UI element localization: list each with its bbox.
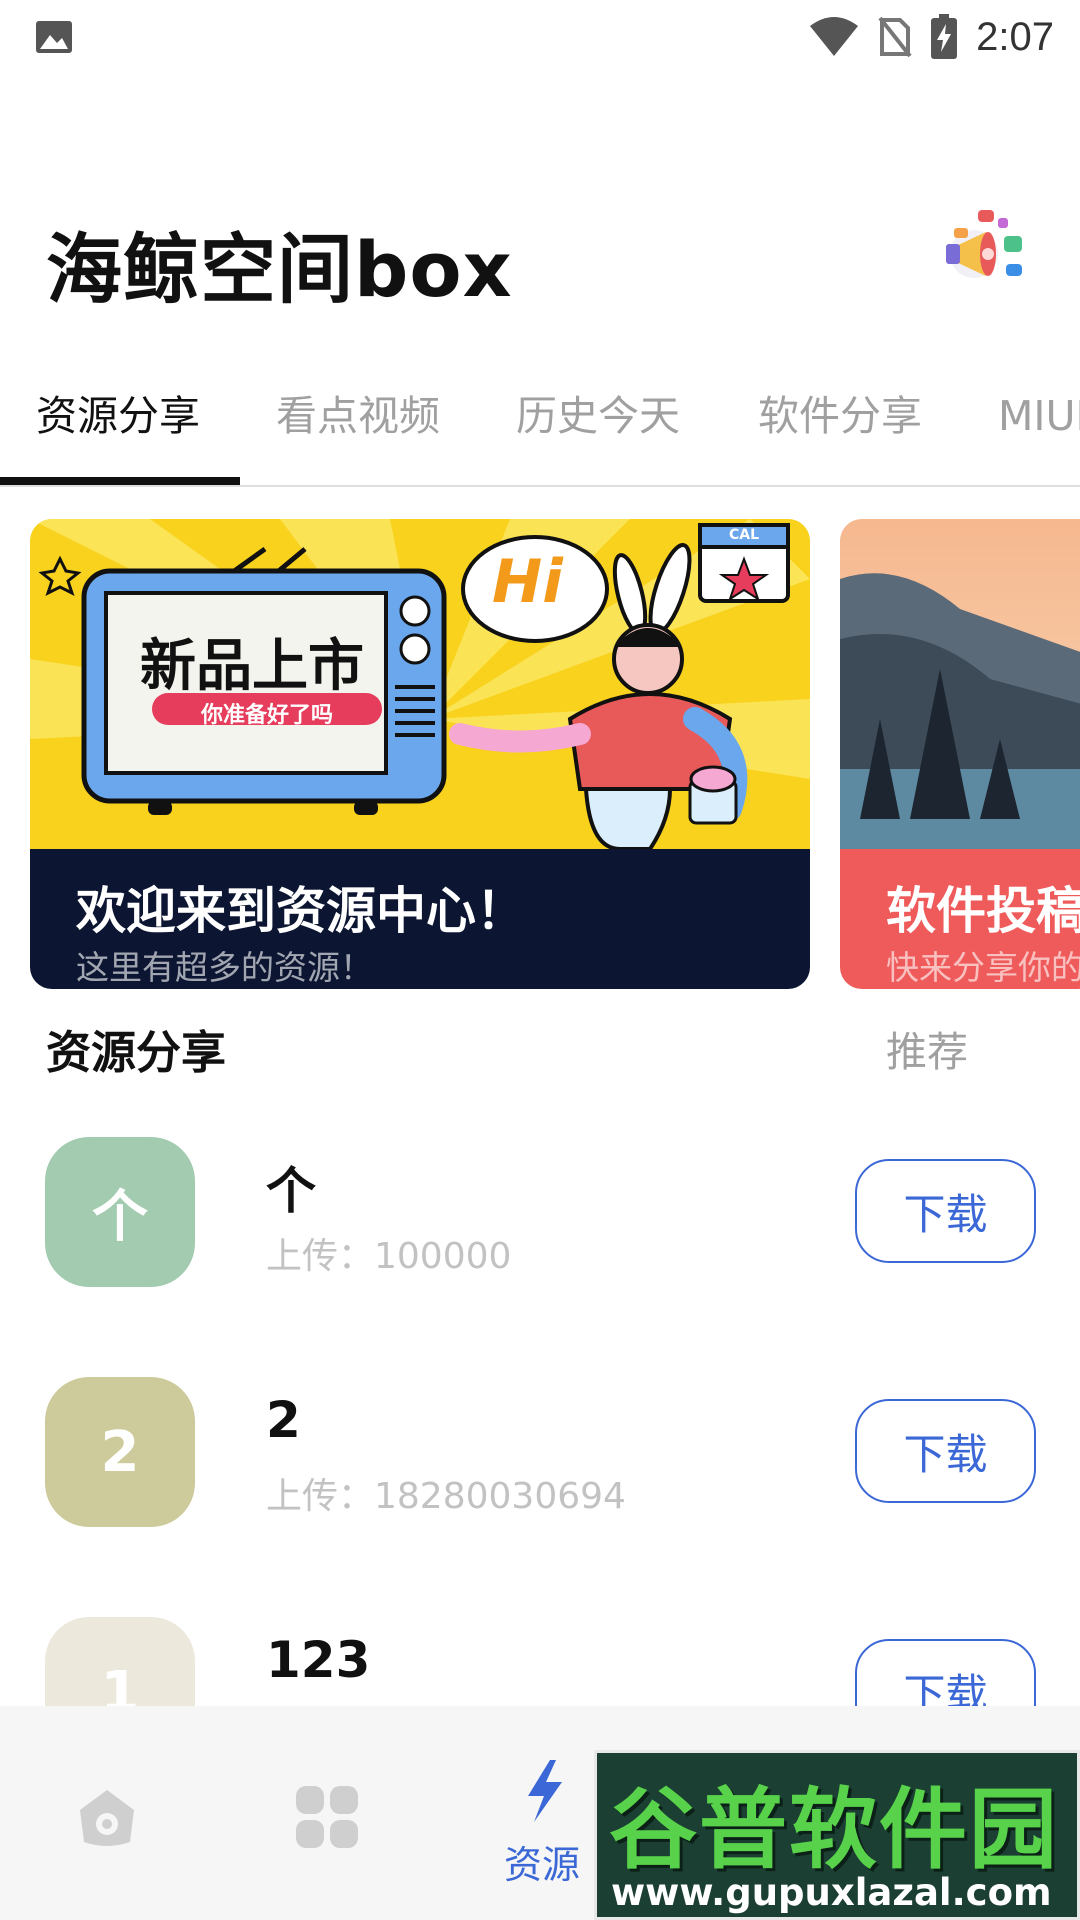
item-avatar: 1 (45, 1617, 195, 1706)
download-button[interactable]: 下载 (855, 1159, 1036, 1263)
battery-charging-icon (931, 14, 958, 59)
watermark-title: 谷普软件园 (609, 1778, 1060, 1881)
item-avatar: 个 (45, 1137, 195, 1287)
location-pin-icon (80, 1790, 134, 1846)
no-sim-icon (878, 16, 912, 58)
grid-icon (296, 1786, 358, 1848)
item-uploader: 上传：100000 (266, 1236, 512, 1277)
banner-caption: 软件投稿 快来分享你的 (840, 849, 1080, 989)
banner-art-title: 新品上市 (140, 634, 364, 699)
banner-art-hi: Hi (492, 547, 563, 617)
status-bar: 2:07 (0, 0, 1080, 74)
active-tab-indicator (0, 477, 240, 485)
banner-art-subtitle: 你准备好了吗 (200, 703, 333, 728)
item-name: 2 (266, 1391, 301, 1449)
wifi-icon (810, 17, 859, 56)
tab-software-share[interactable]: 软件分享 (758, 385, 922, 485)
banner-software-submit[interactable]: 软件投稿 快来分享你的 (840, 519, 1080, 989)
list-item[interactable]: 2 2 上传：18280030694 下载 (0, 1377, 1080, 1577)
item-name: 个 (266, 1162, 316, 1220)
banner-subtitle: 这里有超多的资源！ (76, 948, 373, 987)
list-item[interactable]: 个 个 上传：100000 下载 (0, 1137, 1080, 1337)
nav-resources[interactable]: 资源 (500, 1706, 600, 1920)
nav-resources-label: 资源 (504, 1843, 581, 1887)
banner-title: 软件投稿 (886, 882, 1080, 940)
nav-home[interactable] (60, 1706, 160, 1920)
nav-apps[interactable] (290, 1706, 390, 1920)
tab-history-today[interactable]: 历史今天 (516, 385, 680, 485)
tab-resource-share[interactable]: 资源分享 (36, 385, 200, 485)
banner-caption: 欢迎来到资源中心！ 这里有超多的资源！ (30, 849, 810, 989)
watermark-url: www.gupuxlazal.com (611, 1871, 1052, 1914)
category-tabs: 资源分享 看点视频 历史今天 软件分享 MIUI (0, 385, 1080, 487)
lake-forest-illustration (840, 519, 1080, 849)
site-watermark: 谷普软件园 www.gupuxlazal.com (594, 1750, 1080, 1920)
download-button[interactable]: 下载 (855, 1639, 1036, 1706)
banner-resource-center[interactable]: 新品上市 你准备好了吗 Hi CAL 欢迎来到资源中心！ 这里有超多的资源！ (30, 519, 810, 989)
list-item[interactable]: 1 123 下载 (0, 1617, 1080, 1706)
app-title: 海鲸空间box (46, 225, 513, 314)
status-time: 2:07 (976, 14, 1054, 59)
banner-art-cal: CAL (728, 527, 760, 543)
recommend-link[interactable]: 推荐 (886, 1018, 968, 1078)
image-notification-icon (36, 21, 72, 53)
banner-title: 欢迎来到资源中心！ (76, 882, 526, 940)
item-name: 123 (266, 1631, 371, 1689)
tab-miui[interactable]: MIUI (998, 385, 1080, 485)
item-avatar: 2 (45, 1377, 195, 1527)
lightning-icon (528, 1760, 562, 1822)
banner-subtitle: 快来分享你的 (886, 948, 1080, 987)
megaphone-icon[interactable] (934, 206, 1030, 296)
download-button[interactable]: 下载 (855, 1399, 1036, 1503)
item-uploader: 上传：18280030694 (266, 1476, 626, 1517)
tab-videos[interactable]: 看点视频 (276, 385, 440, 485)
section-title: 资源分享 (46, 1026, 227, 1079)
